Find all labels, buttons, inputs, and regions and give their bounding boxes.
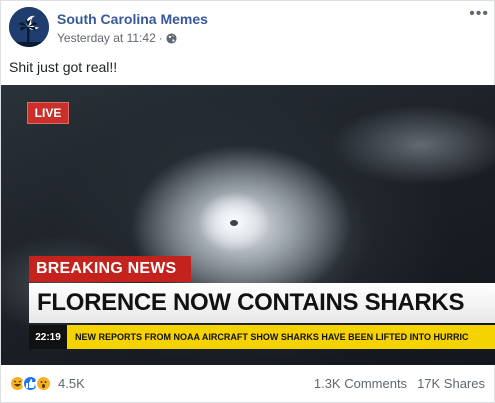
- engagement-counts: 1.3K Comments 17K Shares: [314, 376, 485, 391]
- globe-icon[interactable]: [166, 32, 177, 44]
- news-ticker: NEW REPORTS FROM NOAA AIRCRAFT SHOW SHAR…: [67, 325, 495, 349]
- post-caption: Shit just got real!!: [9, 59, 118, 75]
- hurricane-eye: [230, 220, 238, 226]
- palmetto-logo-icon: [9, 7, 49, 47]
- engagement-bar: 4.5K 1.3K Comments 17K Shares: [9, 373, 489, 395]
- comments-count-link[interactable]: 1.3K Comments: [314, 376, 407, 391]
- post-header: South Carolina Memes Yesterday at 11:42 …: [9, 6, 489, 51]
- live-badge: LIVE: [27, 102, 69, 124]
- timestamp-link[interactable]: Yesterday at 11:42: [57, 31, 156, 45]
- reaction-count: 4.5K: [58, 376, 85, 391]
- facebook-post: South Carolina Memes Yesterday at 11:42 …: [0, 0, 495, 403]
- post-meta: Yesterday at 11:42 ·: [57, 31, 177, 45]
- reactions-summary[interactable]: 4.5K: [9, 375, 85, 392]
- breaking-news-label: BREAKING NEWS: [29, 256, 191, 282]
- post-image[interactable]: LIVE BREAKING NEWS FLORENCE NOW CONTAINS…: [1, 85, 495, 365]
- news-headline: FLORENCE NOW CONTAINS SHARKS: [29, 283, 495, 323]
- page-avatar[interactable]: [9, 7, 49, 47]
- ticker-time: 22:19: [29, 325, 67, 349]
- more-options-icon[interactable]: •••: [469, 6, 489, 22]
- wow-icon: [35, 375, 52, 392]
- shares-count-link[interactable]: 17K Shares: [417, 376, 485, 391]
- meta-separator: ·: [158, 31, 163, 45]
- page-name-link[interactable]: South Carolina Memes: [57, 11, 208, 27]
